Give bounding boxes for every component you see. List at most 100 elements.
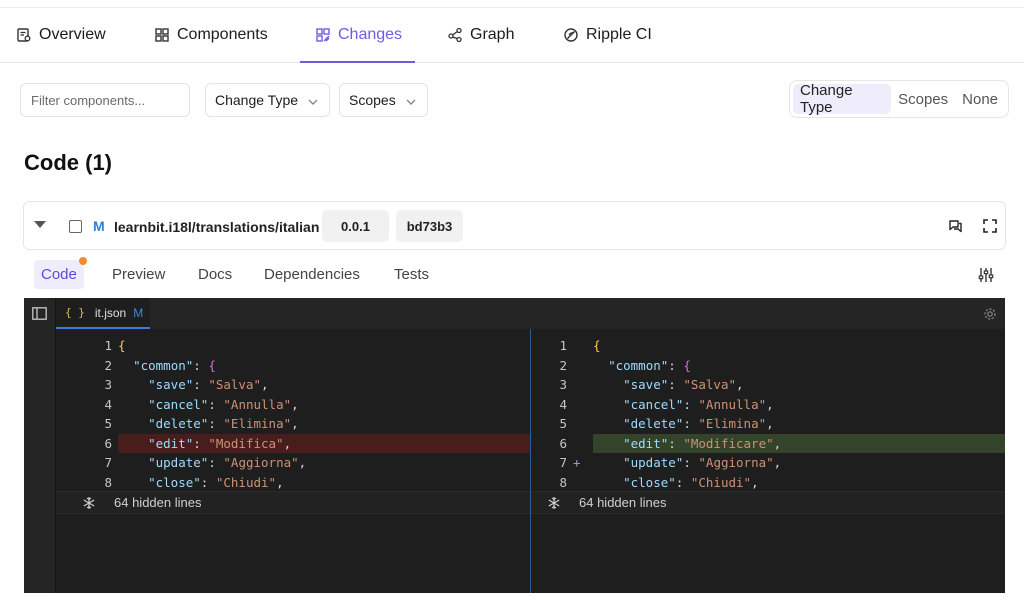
- code-line: 1{: [531, 336, 1005, 356]
- json-file-icon: { }: [65, 306, 85, 319]
- hash-pill: bd73b3: [396, 210, 463, 242]
- code-text: "delete": "Elimina",: [623, 416, 774, 431]
- component-row: M learnbit.i18l/translations/italian 0.0…: [23, 201, 1006, 250]
- expand-lines-icon[interactable]: [82, 496, 96, 510]
- scopes-dropdown-label: Scopes: [349, 92, 396, 108]
- component-checkbox[interactable]: [69, 220, 82, 233]
- code-line: 7 + "update": "Aggiorna",: [531, 453, 1005, 473]
- tab-changes-label: Changes: [338, 26, 403, 43]
- line-number: 3: [559, 377, 567, 392]
- tab-overview[interactable]: Overview: [16, 8, 106, 62]
- tab-components[interactable]: Components: [154, 8, 268, 62]
- line-number: 3: [104, 377, 112, 392]
- file-tab[interactable]: { } it.json M: [56, 298, 150, 329]
- code-text: "update": "Aggiorna",: [623, 455, 782, 470]
- collapse-caret-icon[interactable]: [34, 221, 46, 228]
- subtab-code-label: Code: [41, 266, 77, 283]
- hidden-lines-label: 64 hidden lines: [579, 495, 667, 510]
- version-pill: 0.0.1: [322, 210, 389, 242]
- file-modified-badge: M: [133, 305, 144, 320]
- group-by-segmented-control: Change Type Scopes None: [789, 80, 1009, 118]
- code-text: "save": "Salva",: [148, 377, 269, 392]
- notification-dot: [78, 257, 87, 265]
- tab-ripple-ci[interactable]: Ripple CI: [563, 8, 652, 62]
- subtab-tests[interactable]: Tests: [387, 260, 436, 289]
- file-tab-name: it.json: [94, 305, 127, 320]
- code-line: 3 "save": "Salva",: [56, 375, 530, 395]
- chevron-down-icon: [405, 95, 417, 111]
- hidden-lines-bar[interactable]: 64 hidden lines: [531, 491, 1005, 514]
- code-line: 2 "common": {: [531, 356, 1005, 376]
- code-line: 5 "delete": "Elimina",: [531, 414, 1005, 434]
- ripple-ci-icon: [563, 27, 579, 43]
- components-icon: [154, 27, 170, 43]
- diff-pane-original: 1{2 "common": {3 "save": "Salva", 4 "canc…: [56, 329, 530, 593]
- line-number: 8: [559, 474, 567, 490]
- group-by-scopes[interactable]: Scopes: [891, 84, 955, 114]
- line-number: 7: [104, 455, 112, 470]
- component-name[interactable]: learnbit.i18l/translations/italian: [114, 219, 319, 235]
- code-line: 7 "update": "Aggiorna",: [56, 453, 530, 473]
- change-type-dropdown-label: Change Type: [215, 92, 299, 108]
- toggle-sidebar-icon[interactable]: [32, 307, 47, 325]
- code-text: "common": {: [608, 357, 691, 373]
- line-number: 2: [559, 357, 567, 373]
- subtab-preview[interactable]: Preview: [105, 260, 172, 289]
- tab-ripple-ci-label: Ripple CI: [586, 26, 652, 43]
- line-number: 6: [559, 435, 567, 451]
- main-tabs: Overview Components Changes Graph Ripple…: [0, 8, 1024, 63]
- line-number: 5: [104, 416, 112, 431]
- code-text: "edit": "Modifica",: [148, 435, 292, 451]
- expand-lines-icon[interactable]: [547, 496, 561, 510]
- scopes-dropdown[interactable]: Scopes: [339, 83, 428, 117]
- change-type-dropdown[interactable]: Change Type: [205, 83, 330, 117]
- line-number: 7: [559, 455, 567, 470]
- subtab-code[interactable]: Code: [34, 257, 87, 289]
- code-text: "close": "Chiudi",: [148, 474, 284, 490]
- code-text: "delete": "Elimina",: [148, 416, 299, 431]
- hidden-lines-bar[interactable]: 64 hidden lines: [56, 491, 530, 514]
- code-text: "update": "Aggiorna",: [148, 455, 307, 470]
- top-border: [0, 0, 1024, 8]
- tab-overview-label: Overview: [39, 26, 106, 43]
- fullscreen-icon[interactable]: [982, 218, 998, 239]
- tab-changes[interactable]: Changes: [300, 8, 415, 63]
- code-text: "cancel": "Annulla",: [623, 396, 774, 412]
- filter-components-input[interactable]: [31, 92, 181, 108]
- code-text: "common": {: [133, 357, 216, 373]
- graph-icon: [447, 27, 463, 43]
- section-title: Code (1): [24, 150, 112, 175]
- code-line: 8 "close": "Chiudi",: [531, 473, 1005, 493]
- code-text: {: [593, 338, 601, 353]
- line-number: 1: [104, 338, 112, 353]
- changes-icon: [315, 27, 331, 43]
- code-text: "save": "Salva",: [623, 377, 744, 392]
- diff-marker: +: [573, 455, 581, 470]
- overview-icon: [16, 27, 32, 43]
- editor-settings-gear-icon[interactable]: [983, 307, 997, 326]
- tab-graph[interactable]: Graph: [447, 8, 514, 62]
- hidden-lines-label: 64 hidden lines: [114, 495, 202, 510]
- group-by-none[interactable]: None: [955, 84, 1005, 114]
- editor-sidebar: [24, 298, 56, 593]
- subtab-dependencies[interactable]: Dependencies: [257, 260, 367, 289]
- comments-icon[interactable]: [948, 218, 964, 239]
- code-line: 6 "edit": "Modificare",: [531, 433, 1005, 453]
- diff-editor: { } it.json M 1{2 "common": {3 "save": "…: [24, 298, 1005, 593]
- line-number: 6: [104, 435, 112, 451]
- tab-graph-label: Graph: [470, 26, 515, 43]
- group-by-change-type[interactable]: Change Type: [793, 82, 892, 116]
- diff-pane-modified: 1{2 "common": {3 "save": "Salva", 4 "canc…: [530, 329, 1005, 593]
- settings-sliders-icon[interactable]: [977, 266, 995, 289]
- code-text: "cancel": "Annulla",: [148, 396, 299, 412]
- filter-components-field[interactable]: [20, 83, 190, 117]
- line-number: 1: [559, 338, 567, 353]
- code-text: "close": "Chiudi",: [623, 474, 759, 490]
- code-line: 2 "common": {: [56, 356, 530, 376]
- code-text: {: [118, 338, 126, 353]
- line-number: 5: [559, 416, 567, 431]
- editor-tab-bar: { } it.json M: [56, 298, 1005, 329]
- line-number: 4: [104, 396, 112, 412]
- tab-components-label: Components: [177, 26, 268, 43]
- subtab-docs[interactable]: Docs: [191, 260, 239, 289]
